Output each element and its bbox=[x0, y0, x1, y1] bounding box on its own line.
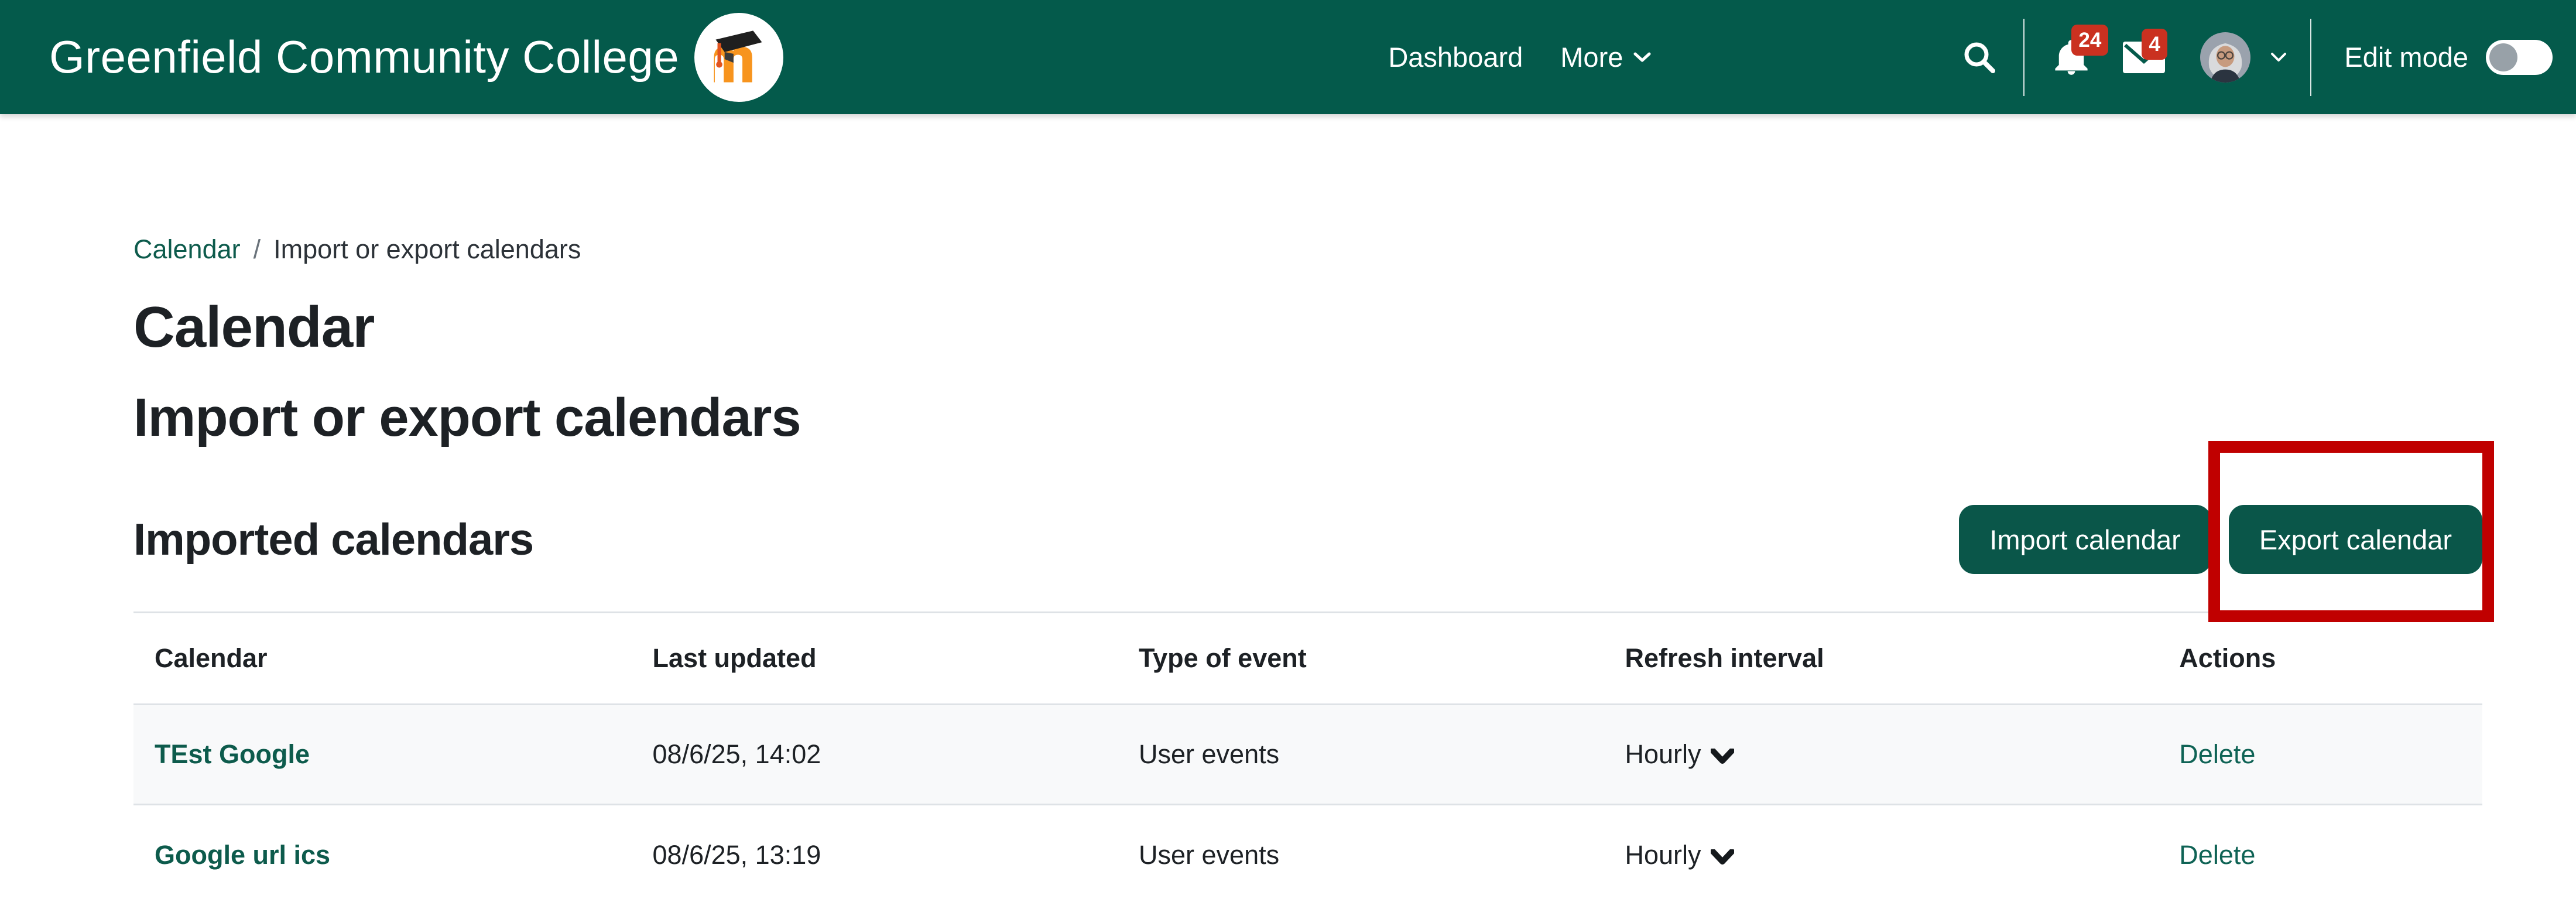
page-subtitle: Import or export calendars bbox=[133, 387, 2482, 449]
edit-mode-control: Edit mode bbox=[2344, 40, 2553, 75]
calendar-action-buttons: Import calendar Export calendar bbox=[1959, 505, 2482, 574]
toggle-knob bbox=[2489, 43, 2517, 71]
breadcrumb: Calendar / Import or export calendars bbox=[133, 114, 2482, 265]
table-row: TEst Google 08/6/25, 14:02 User events H… bbox=[133, 705, 2482, 805]
messages-envelope-icon[interactable]: 4 bbox=[2122, 40, 2166, 74]
breadcrumb-calendar-link[interactable]: Calendar bbox=[133, 234, 241, 265]
refresh-interval-cell: Hourly bbox=[1604, 805, 2158, 905]
imported-calendars-table: CalendarLast updatedType of eventRefresh… bbox=[133, 611, 2482, 905]
column-header-type-of-event: Type of event bbox=[1118, 613, 1604, 705]
table-header-row: CalendarLast updatedType of eventRefresh… bbox=[133, 613, 2482, 705]
user-avatar bbox=[2200, 32, 2250, 83]
type-of-event-cell: User events bbox=[1118, 805, 1604, 905]
refresh-interval-dropdown[interactable]: Hourly bbox=[1625, 739, 1734, 770]
edit-mode-label: Edit mode bbox=[2344, 41, 2468, 73]
page-content: Calendar / Import or export calendars Ca… bbox=[0, 114, 2576, 905]
refresh-interval-dropdown[interactable]: Hourly bbox=[1625, 840, 1734, 870]
nav-more-label: More bbox=[1560, 41, 1623, 73]
calendar-name-link[interactable]: Google url ics bbox=[155, 840, 330, 870]
site-title: Greenfield Community College bbox=[49, 30, 679, 84]
page-title: Calendar bbox=[133, 294, 2482, 360]
chevron-down-icon bbox=[2270, 52, 2287, 63]
column-header-calendar: Calendar bbox=[133, 613, 632, 705]
type-of-event-value: User events bbox=[1139, 739, 1279, 769]
last-updated-value: 08/6/25, 13:19 bbox=[653, 840, 821, 870]
navbar-right-cluster: Dashboard More 24 bbox=[1388, 19, 2553, 96]
imported-calendars-header-row: Imported calendars Import calendar Expor… bbox=[133, 505, 2482, 574]
edit-mode-toggle[interactable] bbox=[2486, 40, 2553, 75]
table-row: Google url ics 08/6/25, 13:19 User event… bbox=[133, 805, 2482, 905]
last-updated-cell: 08/6/25, 14:02 bbox=[632, 705, 1118, 805]
calendar-name-cell: TEst Google bbox=[133, 705, 632, 805]
calendar-name-link[interactable]: TEst Google bbox=[155, 739, 310, 769]
column-header-last-updated: Last updated bbox=[632, 613, 1118, 705]
nav-dashboard-label: Dashboard bbox=[1388, 41, 1523, 73]
section-title: Imported calendars bbox=[133, 514, 533, 565]
actions-cell: Delete bbox=[2158, 705, 2482, 805]
navbar-divider bbox=[2023, 19, 2025, 96]
column-header-actions: Actions bbox=[2158, 613, 2482, 705]
nav-dashboard-link[interactable]: Dashboard bbox=[1388, 41, 1523, 73]
actions-cell: Delete bbox=[2158, 805, 2482, 905]
column-header-refresh-interval: Refresh interval bbox=[1604, 613, 2158, 705]
delete-link[interactable]: Delete bbox=[2179, 739, 2255, 769]
import-calendar-button[interactable]: Import calendar bbox=[1959, 505, 2211, 574]
notifications-bell-icon[interactable]: 24 bbox=[2051, 36, 2091, 78]
caret-down-icon bbox=[1711, 849, 1734, 865]
user-menu[interactable] bbox=[2200, 32, 2310, 83]
primary-nav: Dashboard More bbox=[1388, 41, 1651, 73]
caret-down-icon bbox=[1711, 749, 1734, 764]
delete-link[interactable]: Delete bbox=[2179, 840, 2255, 870]
type-of-event-cell: User events bbox=[1118, 705, 1604, 805]
moodle-logo-icon bbox=[694, 13, 783, 102]
table-body: TEst Google 08/6/25, 14:02 User events H… bbox=[133, 705, 2482, 905]
navbar-divider bbox=[2310, 19, 2311, 96]
chevron-down-icon bbox=[1633, 52, 1651, 63]
site-brand[interactable]: Greenfield Community College bbox=[49, 13, 783, 102]
breadcrumb-separator: / bbox=[254, 234, 261, 265]
nav-more-dropdown[interactable]: More bbox=[1560, 41, 1651, 73]
export-calendar-button[interactable]: Export calendar bbox=[2229, 505, 2482, 574]
refresh-interval-value: Hourly bbox=[1625, 739, 1701, 770]
refresh-interval-value: Hourly bbox=[1625, 840, 1701, 870]
breadcrumb-current: Import or export calendars bbox=[273, 234, 581, 265]
messages-count-badge: 4 bbox=[2142, 29, 2167, 60]
last-updated-value: 08/6/25, 14:02 bbox=[653, 739, 821, 769]
top-navbar: Greenfield Community College Dashboard bbox=[0, 0, 2576, 114]
notifications-count-badge: 24 bbox=[2071, 25, 2108, 56]
search-icon[interactable] bbox=[1961, 39, 1998, 76]
refresh-interval-cell: Hourly bbox=[1604, 705, 2158, 805]
calendar-name-cell: Google url ics bbox=[133, 805, 632, 905]
type-of-event-value: User events bbox=[1139, 840, 1279, 870]
last-updated-cell: 08/6/25, 13:19 bbox=[632, 805, 1118, 905]
